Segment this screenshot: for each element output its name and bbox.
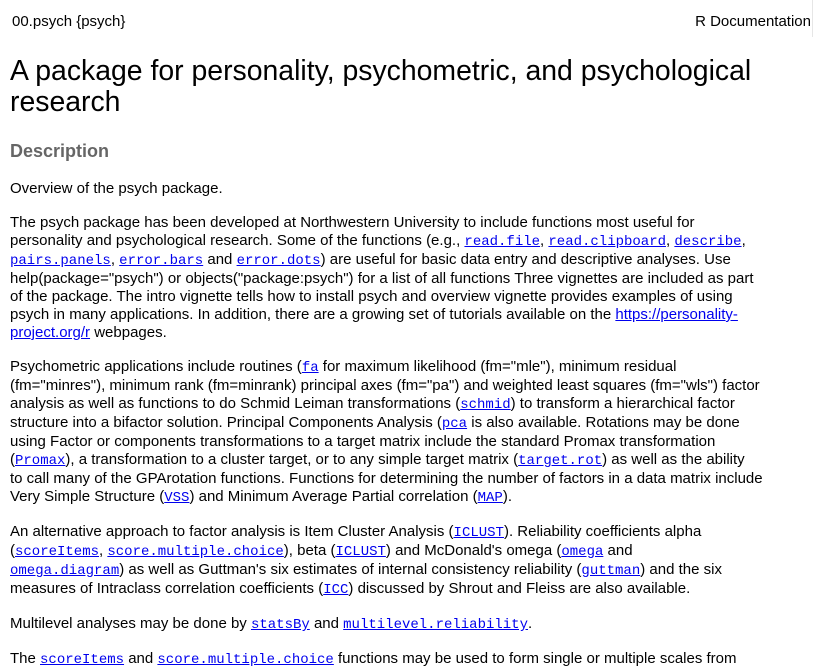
link-scoreitems[interactable]: scoreItems — [15, 542, 99, 560]
text: (fm="minres"), minimum rank (fm=minrank)… — [10, 377, 760, 394]
link-map[interactable]: MAP — [478, 488, 503, 506]
text: Very Simple Structure ( — [10, 488, 165, 505]
link-multilevel-reliability[interactable]: multilevel.reliability — [343, 615, 528, 633]
doc-body: A package for personality, psychometric,… — [10, 56, 816, 669]
link-error-dots[interactable]: error.dots — [237, 251, 321, 269]
text: ) and McDonald's omega ( — [385, 542, 562, 559]
text: ) discussed by Shrout and Fleiss are als… — [348, 580, 691, 597]
text: ) as well as Guttman's six estimates of … — [119, 561, 582, 578]
text: of the package. The intro vignette tells… — [10, 288, 733, 305]
text: Multilevel analyses may be done by — [10, 615, 251, 632]
link-omega-diagram[interactable]: omega.diagram — [10, 561, 119, 579]
text: analysis as well as functions to do Schm… — [10, 395, 461, 412]
link-scoreitems-2[interactable]: scoreItems — [40, 650, 124, 668]
text: ) and the six — [640, 561, 722, 578]
text: ) to transform a hierarchical factor — [510, 395, 735, 412]
paragraph-alternative: An alternative approach to factor analys… — [10, 523, 816, 599]
link-promax[interactable]: Promax — [15, 451, 65, 469]
link-iclust[interactable]: ICLUST — [454, 523, 504, 541]
link-pairs-panels[interactable]: pairs.panels — [10, 251, 111, 269]
link-score-multiple-choice-2[interactable]: score.multiple.choice — [157, 650, 333, 668]
doc-header: 00.psych {psych} R Documentation — [0, 0, 813, 37]
paragraph-multilevel: Multilevel analyses may be done by stats… — [10, 615, 816, 634]
text: ) are useful for basic data entry and de… — [320, 251, 731, 268]
link-target-rot[interactable]: target.rot — [518, 451, 602, 469]
link-iclust-beta[interactable]: ICLUST — [335, 542, 385, 560]
text: , — [110, 251, 120, 268]
text: Overview of the psych package. — [10, 180, 223, 197]
text: Psychometric applications include routin… — [10, 358, 302, 375]
text: and — [203, 251, 237, 268]
text: The psych package has been developed at … — [10, 214, 695, 231]
link-describe[interactable]: describe — [674, 232, 741, 250]
text: structure into a bifactor solution. Prin… — [10, 414, 442, 431]
paragraph-intro: The psych package has been developed at … — [10, 214, 816, 342]
link-guttman[interactable]: guttman — [581, 561, 640, 579]
text: for maximum likelihood (fm="mle"), minim… — [318, 358, 677, 375]
link-personality-project-cont[interactable]: project.org/r — [10, 324, 90, 341]
page-title: A package for personality, psychometric,… — [10, 55, 752, 118]
link-error-bars[interactable]: error.bars — [119, 251, 203, 269]
text: using Factor or components transformatio… — [10, 433, 716, 450]
link-read-file[interactable]: read.file — [464, 232, 540, 250]
link-personality-project[interactable]: https://personality- — [615, 306, 738, 323]
r-documentation-label: R Documentation — [695, 13, 811, 30]
text: webpages. — [90, 324, 167, 341]
text: . — [528, 615, 533, 632]
text: ). — [502, 488, 513, 505]
text: The — [10, 650, 41, 667]
text: and — [124, 650, 158, 667]
text: and — [309, 615, 344, 632]
text: ), beta ( — [283, 542, 336, 559]
link-fa[interactable]: fa — [302, 358, 319, 376]
link-score-multiple-choice[interactable]: score.multiple.choice — [107, 542, 283, 560]
link-statsby[interactable]: statsBy — [251, 615, 310, 633]
topic-name: 00.psych {psych} — [12, 13, 126, 30]
text: , — [741, 232, 746, 249]
text: is also available. Rotations may be done — [467, 414, 740, 431]
text: psych in many applications. In addition,… — [10, 306, 616, 323]
section-heading-description: Description — [10, 141, 110, 161]
text: measures of Intraclass correlation coeff… — [10, 580, 324, 597]
text: An alternative approach to factor analys… — [10, 523, 454, 540]
text: ) as well as the ability — [602, 451, 745, 468]
text: help(package="psych") or objects("packag… — [10, 270, 754, 287]
paragraph-psychometric: Psychometric applications include routin… — [10, 358, 816, 507]
link-read-clipboard[interactable]: read.clipboard — [548, 232, 666, 250]
text: to call many of the GPArotation function… — [10, 470, 763, 487]
text: and — [603, 542, 633, 559]
paragraph-scoring: The scoreItems and score.multiple.choice… — [10, 650, 816, 669]
text: ). Reliability coefficients alpha — [503, 523, 702, 540]
paragraph-overview: Overview of the psych package. — [10, 180, 816, 198]
text: personality and psychological research. … — [10, 232, 465, 249]
text: ), a transformation to a cluster target,… — [65, 451, 519, 468]
link-omega[interactable]: omega — [561, 542, 603, 560]
link-vss[interactable]: VSS — [164, 488, 189, 506]
text: functions may be used to form single or … — [333, 650, 737, 667]
link-schmid[interactable]: schmid — [460, 395, 510, 413]
link-pca[interactable]: pca — [442, 414, 467, 432]
text: ) and Minimum Average Partial correlatio… — [189, 488, 478, 505]
link-icc[interactable]: ICC — [323, 580, 348, 598]
